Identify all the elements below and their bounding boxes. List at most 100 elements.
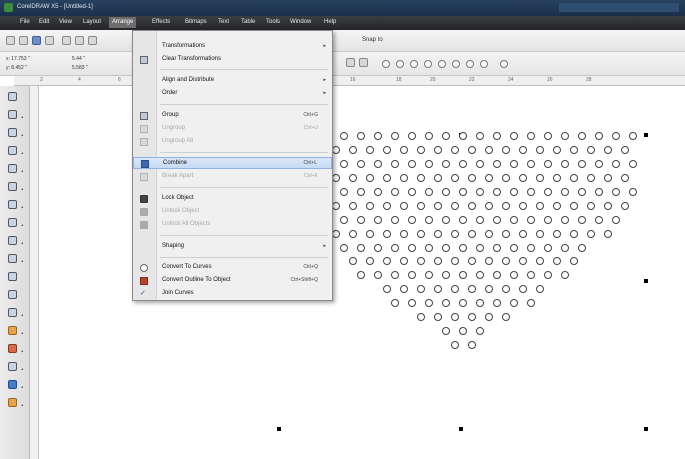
rhinestone-ring[interactable] xyxy=(527,132,535,140)
text-tool[interactable] xyxy=(6,270,22,283)
rhinestone-ring[interactable] xyxy=(467,341,476,350)
rhinestone-ring[interactable] xyxy=(467,257,476,266)
weld-icon[interactable] xyxy=(346,58,355,67)
rhinestone-ring[interactable] xyxy=(467,229,476,238)
y-position-field[interactable]: y: 8.452 " xyxy=(6,65,27,71)
rhinestone-ring[interactable] xyxy=(586,201,595,210)
rhinestone-ring[interactable] xyxy=(391,159,399,168)
menu-item-convert-outline[interactable]: Convert Outline To Object Ctrl+Shift+Q xyxy=(133,275,332,287)
rhinestone-ring[interactable] xyxy=(348,201,357,210)
rhinestone-ring[interactable] xyxy=(391,132,399,140)
rhinestone-ring[interactable] xyxy=(348,145,357,154)
rhinestone-ring[interactable] xyxy=(476,243,484,252)
rhinestone-ring[interactable] xyxy=(578,215,586,224)
rhinestone-ring[interactable] xyxy=(620,173,629,182)
smart-fill-tool[interactable] xyxy=(6,180,23,193)
shape-front-minus-back-icon[interactable] xyxy=(410,60,418,68)
shape-back-minus-front-icon[interactable] xyxy=(424,60,432,68)
rhinestone-ring[interactable] xyxy=(340,243,348,252)
snap-to-dropdown[interactable]: Snap to xyxy=(362,37,383,43)
rhinestone-ring[interactable] xyxy=(612,132,620,140)
rhinestone-ring[interactable] xyxy=(476,187,484,196)
rhinestone-ring[interactable] xyxy=(578,243,586,252)
rhinestone-ring[interactable] xyxy=(501,229,510,238)
outline-tool[interactable] xyxy=(6,360,23,373)
rhinestone-ring[interactable] xyxy=(348,257,357,266)
rhinestone-ring[interactable] xyxy=(518,145,527,154)
rhinestone-ring[interactable] xyxy=(527,299,535,308)
rhinestone-ring[interactable] xyxy=(357,159,365,168)
menu-item-ungroup[interactable]: Ungroup Ctrl+U xyxy=(133,123,332,135)
rhinestone-ring[interactable] xyxy=(561,132,569,140)
x-position-field[interactable]: x: 17.753 " xyxy=(6,56,30,62)
menu-item-ungroup-all[interactable]: Ungroup All xyxy=(133,136,332,148)
rhinestone-ring[interactable] xyxy=(544,132,552,140)
rhinestone-ring[interactable] xyxy=(459,132,467,140)
rhinestone-ring[interactable] xyxy=(527,187,535,196)
rhinestone-ring[interactable] xyxy=(535,229,544,238)
rhinestone-ring[interactable] xyxy=(374,159,382,168)
rhinestone-ring[interactable] xyxy=(595,132,603,140)
rhinestone-ring[interactable] xyxy=(450,229,459,238)
rhinestone-ring[interactable] xyxy=(501,285,510,294)
rhinestone-ring[interactable] xyxy=(476,159,484,168)
rhinestone-ring[interactable] xyxy=(629,132,637,140)
menu-item-group[interactable]: Group Ctrl+G xyxy=(133,110,332,122)
rhinestone-ring[interactable] xyxy=(527,271,535,280)
menu-layout[interactable]: Layout xyxy=(83,19,101,25)
rhinestone-ring[interactable] xyxy=(459,159,467,168)
rhinestone-ring[interactable] xyxy=(365,145,374,154)
rhinestone-ring[interactable] xyxy=(433,313,442,322)
rhinestone-ring[interactable] xyxy=(620,201,629,210)
shape-simplify-icon[interactable] xyxy=(396,60,404,68)
rhinestone-ring[interactable] xyxy=(561,243,569,252)
rhinestone-ring[interactable] xyxy=(603,229,612,238)
rhinestone-ring[interactable] xyxy=(382,285,391,294)
selection-handle[interactable] xyxy=(644,279,648,283)
rhinestone-ring[interactable] xyxy=(340,215,348,224)
rhinestone-ring[interactable] xyxy=(493,299,501,308)
rhinestone-ring[interactable] xyxy=(433,285,442,294)
rhinestone-ring[interactable] xyxy=(416,145,425,154)
table-tool[interactable] xyxy=(6,288,22,301)
rhinestone-ring[interactable] xyxy=(408,215,416,224)
rhinestone-ring[interactable] xyxy=(433,229,442,238)
rhinestone-ring[interactable] xyxy=(527,243,535,252)
menu-text[interactable]: Text xyxy=(218,19,229,25)
rhinestone-ring[interactable] xyxy=(603,145,612,154)
rhinestone-ring[interactable] xyxy=(467,201,476,210)
break-apart-icon[interactable] xyxy=(500,60,508,68)
rhinestone-ring[interactable] xyxy=(340,187,348,196)
rhinestone-ring[interactable] xyxy=(467,173,476,182)
rhinestone-ring[interactable] xyxy=(382,201,391,210)
rhinestone-ring[interactable] xyxy=(578,187,586,196)
rhinestone-ring[interactable] xyxy=(374,271,382,280)
rhinestone-ring[interactable] xyxy=(518,201,527,210)
menu-tools[interactable]: Tools xyxy=(266,19,280,25)
rhinestone-ring[interactable] xyxy=(510,215,518,224)
rhinestone-ring[interactable] xyxy=(561,271,569,280)
rhinestone-ring[interactable] xyxy=(391,271,399,280)
rhinestone-ring[interactable] xyxy=(535,173,544,182)
rhinestone-ring[interactable] xyxy=(442,159,450,168)
rhinestone-ring[interactable] xyxy=(399,145,408,154)
rhinestone-ring[interactable] xyxy=(450,173,459,182)
rhinestone-ring[interactable] xyxy=(459,243,467,252)
rhinestone-ring[interactable] xyxy=(484,229,493,238)
rhinestone-ring[interactable] xyxy=(561,187,569,196)
rhinestone-ring[interactable] xyxy=(569,201,578,210)
rhinestone-ring[interactable] xyxy=(535,257,544,266)
rhinestone-ring[interactable] xyxy=(408,132,416,140)
rhinestone-ring[interactable] xyxy=(518,285,527,294)
rhinestone-ring[interactable] xyxy=(416,313,425,322)
rhinestone-ring[interactable] xyxy=(391,187,399,196)
create-boundary-icon[interactable] xyxy=(438,60,446,68)
menu-item-combine[interactable]: Combine Ctrl+L xyxy=(133,157,332,169)
rhinestone-ring[interactable] xyxy=(552,201,561,210)
rhinestone-ring[interactable] xyxy=(408,187,416,196)
rhinestone-ring[interactable] xyxy=(442,187,450,196)
blend-tool[interactable] xyxy=(6,324,23,337)
menu-edit[interactable]: Edit xyxy=(39,19,49,25)
rhinestone-ring[interactable] xyxy=(510,132,518,140)
rhinestone-ring[interactable] xyxy=(629,187,637,196)
